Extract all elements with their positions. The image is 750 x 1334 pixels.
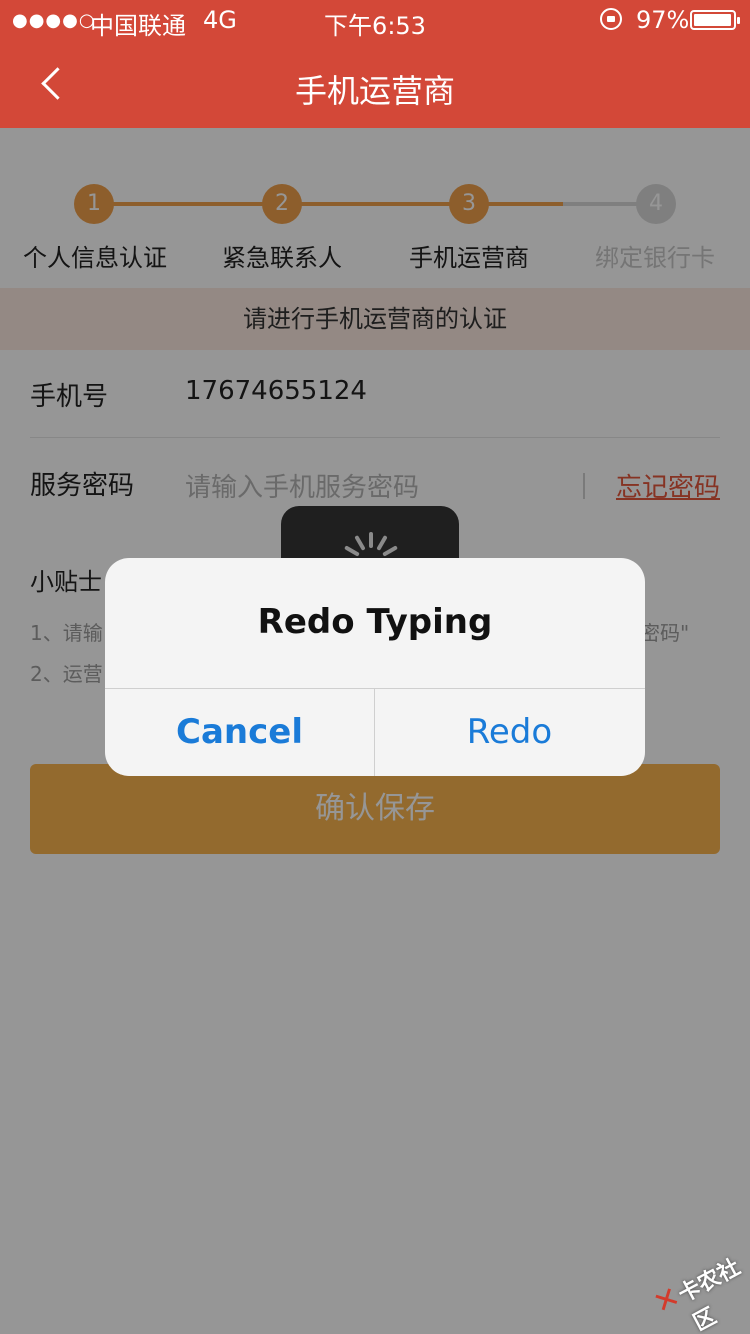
- status-bar: ●●●●○ 中国联通 4G 下午6:53 97%: [0, 0, 750, 40]
- redo-button[interactable]: Redo: [375, 689, 644, 776]
- battery-percent: 97%: [636, 6, 690, 34]
- rotation-lock-icon: [600, 8, 622, 30]
- cancel-button[interactable]: Cancel: [105, 689, 374, 776]
- battery-icon: [690, 10, 740, 30]
- redo-typing-alert: Redo Typing Cancel Redo: [105, 558, 645, 776]
- nav-bar: 手机运营商: [0, 40, 750, 128]
- page-title: 手机运营商: [294, 72, 455, 110]
- alert-title: Redo Typing: [257, 602, 493, 642]
